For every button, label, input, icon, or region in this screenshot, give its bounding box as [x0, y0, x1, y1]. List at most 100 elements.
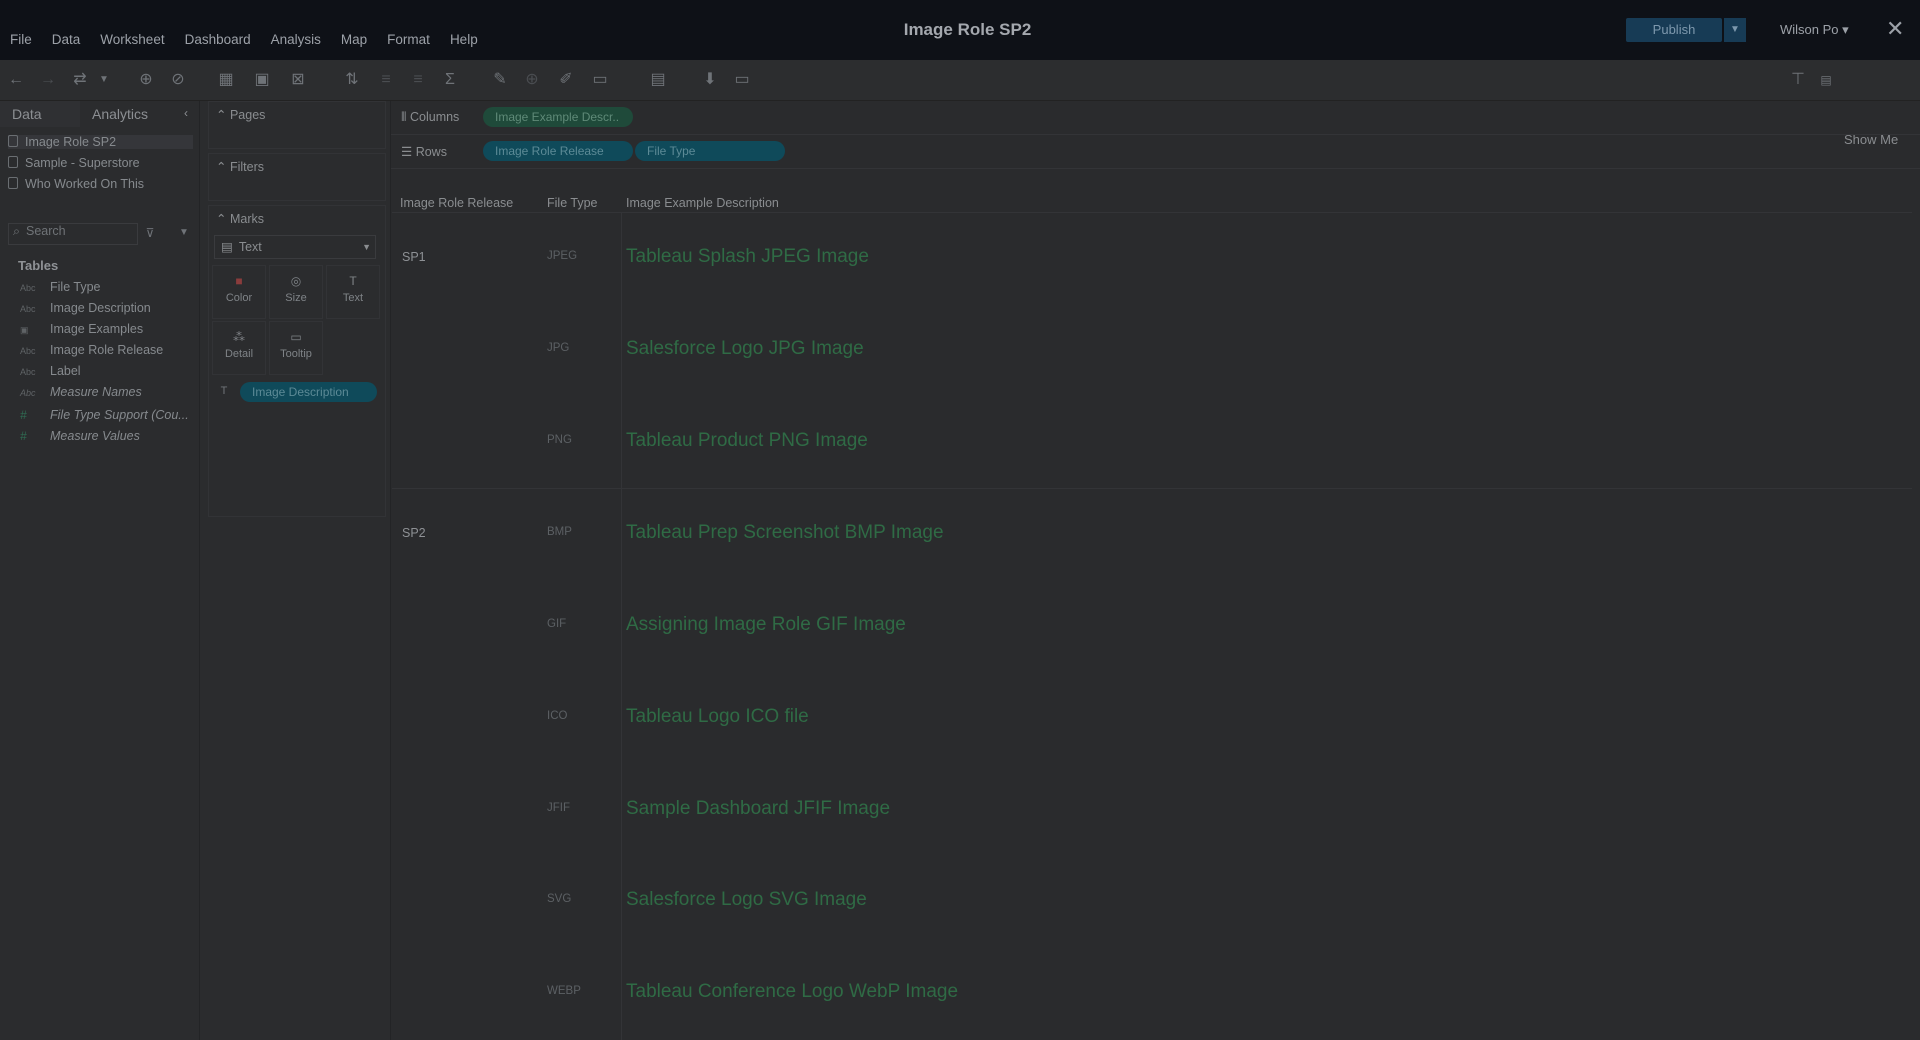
description-text[interactable]: Tableau Conference Logo WebP Image — [626, 981, 958, 1003]
duplicate-sheet-icon[interactable]: ▣ — [252, 70, 272, 90]
text-button[interactable]: T Text — [326, 265, 380, 319]
fit-icon[interactable]: ▭ — [590, 70, 610, 90]
file-type-label[interactable]: ICO — [547, 710, 567, 722]
show-me-icon[interactable]: ▤ — [1816, 70, 1836, 90]
new-datasource-icon[interactable]: ⊕ — [136, 70, 156, 90]
text-pill[interactable]: Image Description — [240, 382, 377, 402]
file-type-label[interactable]: WEBP — [547, 985, 581, 997]
field-item[interactable]: ▣ Image Examples — [20, 322, 143, 336]
tab-data[interactable]: Data — [12, 106, 42, 122]
columns-label: ⦀ Columns — [401, 110, 460, 124]
toolbar: ← → ⇄ ▼ ⊕ ⊘ ▦ ▣ ⊠ ⇅ ≡ ≡ Σ ✎ ⊕ ✐ ▭ ▤ ⬇ ▭ … — [0, 60, 1920, 147]
field-item[interactable]: # File Type Support (Cou... — [20, 408, 189, 422]
color-icon: ■ — [235, 274, 243, 288]
paint-format-icon[interactable]: ⊤ — [1788, 70, 1808, 90]
detail-button[interactable]: ⁂ Detail — [212, 321, 266, 375]
tooltip-icon: ▭ — [290, 330, 302, 344]
file-type-label[interactable]: JFIF — [547, 802, 570, 814]
pause-updates-icon[interactable]: ⊘ — [168, 70, 188, 90]
header-image-example-description[interactable]: Image Example Description — [626, 196, 779, 210]
datasource-item[interactable]: Sample - Superstore — [8, 156, 140, 170]
download-icon[interactable]: ⬇ — [700, 70, 720, 90]
sort-descending-icon[interactable]: ≡ — [408, 70, 428, 90]
columns-shelf[interactable]: ⦀ Columns Image Example Descr.. — [391, 101, 1920, 135]
file-type-label[interactable]: JPEG — [547, 250, 577, 262]
size-button[interactable]: ◎ Size — [269, 265, 323, 319]
replace-data-icon[interactable]: ⇄ — [70, 70, 90, 90]
collapse-icon[interactable]: ‹ — [184, 106, 188, 120]
field-item[interactable]: Abc Image Role Release — [20, 343, 163, 357]
size-icon: ◎ — [290, 274, 302, 288]
database-icon — [8, 177, 18, 189]
description-text[interactable]: Tableau Product PNG Image — [626, 430, 868, 452]
search-icon: ⌕ — [13, 224, 21, 238]
release-label[interactable]: SP1 — [402, 250, 426, 264]
title-bar: File Data Worksheet Dashboard Analysis M… — [0, 0, 1920, 60]
datasource-item[interactable]: Who Worked On This — [8, 177, 144, 191]
text-mark-icon: ▤ — [221, 240, 233, 254]
sort-ascending-icon[interactable]: ≡ — [376, 70, 396, 90]
field-item[interactable]: Abc File Type — [20, 280, 101, 294]
release-label[interactable]: SP2 — [402, 526, 426, 540]
filters-card-title: ⌃ Filters — [216, 160, 264, 174]
data-pane-tabs: Data Analytics ‹ — [0, 101, 199, 127]
file-type-label[interactable]: GIF — [547, 618, 566, 630]
description-text[interactable]: Salesforce Logo JPG Image — [626, 338, 864, 360]
header-image-role-release[interactable]: Image Role Release — [400, 196, 513, 210]
tables-heading: Tables — [18, 258, 59, 273]
highlight-icon[interactable]: ✎ — [490, 70, 510, 90]
description-text[interactable]: Salesforce Logo SVG Image — [626, 889, 867, 911]
filter-icon[interactable]: ⊽ — [140, 223, 160, 243]
header-file-type[interactable]: File Type — [547, 196, 598, 210]
chevron-down-icon[interactable]: ▼ — [94, 70, 114, 90]
text-icon: T — [220, 385, 228, 397]
publish-dropdown-button[interactable]: ▼ — [1724, 18, 1746, 42]
undo-icon[interactable]: ← — [6, 70, 26, 90]
rows-pill[interactable]: File Type — [635, 141, 785, 161]
chevron-down-icon: ▼ — [1730, 24, 1740, 35]
rows-shelf[interactable]: ☰ Rows Image Role Release File Type — [391, 135, 1920, 169]
presentation-icon[interactable]: ▭ — [732, 70, 752, 90]
field-item[interactable]: Abc Label — [20, 364, 81, 378]
totals-icon[interactable]: Σ — [440, 70, 460, 90]
marks-card-title: ⌃ Marks — [216, 212, 264, 226]
color-button[interactable]: ■ Color — [212, 265, 266, 319]
swap-rows-columns-icon[interactable]: ⇅ — [342, 70, 362, 90]
database-icon — [8, 135, 18, 147]
field-item[interactable]: Abc Measure Names — [20, 385, 142, 399]
redo-icon[interactable]: → — [38, 70, 58, 90]
description-text[interactable]: Tableau Logo ICO file — [626, 706, 809, 728]
database-icon — [8, 156, 18, 168]
datasource-item[interactable]: Image Role SP2 — [8, 135, 193, 149]
tooltip-button[interactable]: ▭ Tooltip — [269, 321, 323, 375]
mark-type-dropdown[interactable]: ▤ Text ▼ — [214, 235, 376, 259]
description-text[interactable]: Sample Dashboard JFIF Image — [626, 798, 890, 820]
description-text[interactable]: Tableau Splash JPEG Image — [626, 246, 869, 268]
labels-icon[interactable]: ✐ — [556, 70, 576, 90]
file-type-label[interactable]: BMP — [547, 526, 572, 538]
field-item[interactable]: Abc Image Description — [20, 301, 151, 315]
tab-analytics[interactable]: Analytics — [92, 106, 148, 122]
cards-pane: ⌃ Pages ⌃ Filters ⌃ Marks ▤ Text ▼ ■ Color … — [200, 101, 391, 1040]
file-type-label[interactable]: SVG — [547, 893, 571, 905]
file-type-label[interactable]: PNG — [547, 434, 572, 446]
file-type-label[interactable]: JPG — [547, 342, 569, 354]
data-pane: Data Analytics ‹ Image Role SP2 Sample -… — [0, 101, 200, 1040]
search-input[interactable]: ⌕ Search — [8, 223, 138, 245]
rows-pill[interactable]: Image Role Release — [483, 141, 633, 161]
worksheet-view[interactable]: Image Role Release File Type Image Examp… — [392, 172, 1912, 1040]
publish-button[interactable]: Publish — [1626, 18, 1722, 42]
text-icon: T — [349, 274, 357, 288]
description-text[interactable]: Assigning Image Role GIF Image — [626, 614, 906, 636]
field-item[interactable]: # Measure Values — [20, 429, 140, 443]
group-icon[interactable]: ⊕ — [522, 70, 542, 90]
columns-pill[interactable]: Image Example Descr.. — [483, 107, 633, 127]
user-menu[interactable]: Wilson Po ▾ — [1780, 22, 1849, 38]
description-text[interactable]: Tableau Prep Screenshot BMP Image — [626, 522, 944, 544]
close-icon[interactable]: ✕ — [1886, 16, 1904, 42]
chevron-down-icon[interactable]: ▼ — [174, 223, 194, 243]
clear-sheet-icon[interactable]: ⊠ — [288, 70, 308, 90]
show-cards-icon[interactable]: ▤ — [648, 70, 668, 90]
new-worksheet-icon[interactable]: ▦ — [216, 70, 236, 90]
chevron-down-icon: ▼ — [362, 242, 371, 252]
